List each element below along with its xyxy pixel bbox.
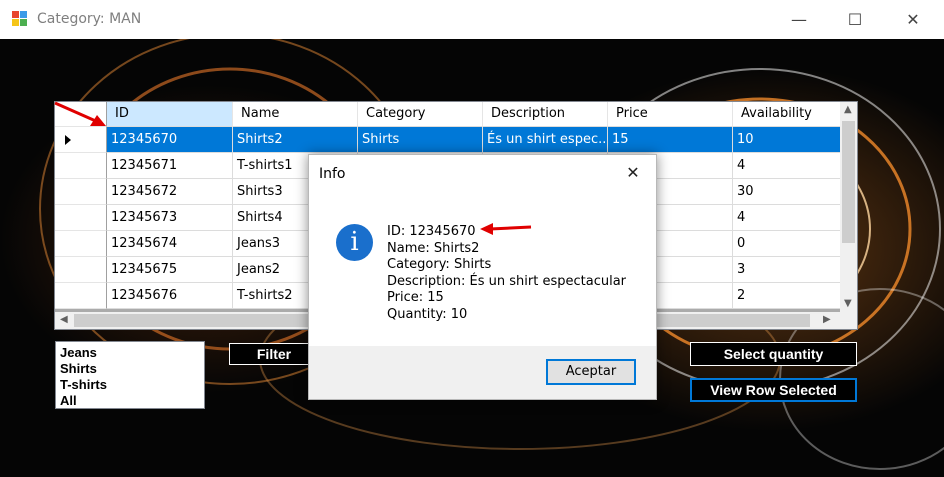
- cell-price[interactable]: 15: [608, 127, 733, 153]
- cell-id[interactable]: 12345674: [107, 231, 233, 257]
- dialog-title: Info: [319, 166, 346, 182]
- close-button[interactable]: ✕: [890, 0, 936, 39]
- row-header[interactable]: [55, 283, 107, 309]
- row-header[interactable]: [55, 127, 107, 153]
- column-header-category[interactable]: Category: [358, 102, 483, 127]
- listbox-item[interactable]: Shirts: [60, 361, 200, 377]
- dialog-message-line: ID: 12345670: [387, 224, 476, 239]
- cell-id[interactable]: 12345671: [107, 153, 233, 179]
- cell-id[interactable]: 12345675: [107, 257, 233, 283]
- scroll-down-icon[interactable]: ▼: [844, 298, 852, 309]
- cell-id[interactable]: 12345673: [107, 205, 233, 231]
- scroll-up-icon[interactable]: ▲: [844, 104, 852, 115]
- title-bar: Category: MAN — ☐ ✕: [0, 0, 944, 39]
- grid-header-row: ID Name Category Description Price Avail…: [55, 102, 841, 128]
- dialog-message-line: Name: Shirts2: [387, 240, 480, 256]
- cell-category[interactable]: Shirts: [358, 127, 483, 153]
- dialog-footer: Aceptar: [309, 346, 656, 399]
- listbox-item[interactable]: T-shirts: [60, 377, 200, 393]
- current-row-indicator-icon: [65, 135, 71, 145]
- grid-corner-header[interactable]: [55, 102, 107, 127]
- cell-description[interactable]: És un shirt espec...: [483, 127, 608, 153]
- dialog-message-line: Quantity: 10: [387, 306, 468, 322]
- column-header-availability[interactable]: Availability: [733, 102, 841, 127]
- column-header-description[interactable]: Description: [483, 102, 608, 127]
- cell-availability[interactable]: 0: [733, 231, 841, 257]
- cell-name[interactable]: Shirts2: [233, 127, 358, 153]
- cell-availability[interactable]: 3: [733, 257, 841, 283]
- scrollbar-corner: [840, 312, 857, 329]
- cell-id[interactable]: 12345670: [107, 127, 233, 153]
- cell-availability[interactable]: 30: [733, 179, 841, 205]
- row-header[interactable]: [55, 179, 107, 205]
- maximize-button[interactable]: ☐: [832, 0, 878, 39]
- cell-id[interactable]: 12345676: [107, 283, 233, 309]
- dialog-message-line: Category: Shirts: [387, 257, 492, 272]
- row-header[interactable]: [55, 205, 107, 231]
- dialog-message-line: Price: 15: [387, 290, 444, 305]
- category-listbox[interactable]: Jeans Shirts T-shirts All: [55, 341, 205, 409]
- minimize-button[interactable]: —: [776, 0, 822, 39]
- row-header[interactable]: [55, 231, 107, 257]
- select-quantity-button[interactable]: Select quantity: [690, 342, 857, 366]
- column-header-price[interactable]: Price: [608, 102, 733, 127]
- dialog-message-line: Description: És un shirt espectacular: [387, 273, 627, 289]
- grid-vertical-scrollbar[interactable]: ▲ ▼: [840, 102, 857, 313]
- accept-button[interactable]: Aceptar: [546, 359, 636, 385]
- column-header-id[interactable]: ID: [107, 102, 233, 127]
- info-icon: i: [336, 224, 373, 261]
- cell-availability[interactable]: 10: [733, 127, 841, 153]
- window-title: Category: MAN: [37, 11, 142, 27]
- cell-availability[interactable]: 2: [733, 283, 841, 309]
- row-header[interactable]: [55, 257, 107, 283]
- cell-availability[interactable]: 4: [733, 205, 841, 231]
- column-header-name[interactable]: Name: [233, 102, 358, 127]
- row-header[interactable]: [55, 153, 107, 179]
- scroll-left-icon[interactable]: ◀: [60, 314, 68, 325]
- listbox-item[interactable]: Jeans: [60, 345, 200, 361]
- table-row[interactable]: 12345670 Shirts2 Shirts És un shirt espec..…: [55, 127, 841, 153]
- dialog-close-button[interactable]: ✕: [618, 161, 648, 185]
- cell-id[interactable]: 12345672: [107, 179, 233, 205]
- app-icon: [12, 11, 29, 27]
- scroll-right-icon[interactable]: ▶: [823, 314, 831, 325]
- view-row-selected-button[interactable]: View Row Selected: [690, 378, 857, 402]
- vertical-scroll-thumb[interactable]: [842, 121, 855, 243]
- info-dialog: Info ✕ i ID: 12345670 Name: Shirts2 Catego…: [308, 154, 657, 400]
- cell-availability[interactable]: 4: [733, 153, 841, 179]
- dialog-message: ID: 12345670 Name: Shirts2 Category: Shirt…: [387, 224, 626, 323]
- listbox-item[interactable]: All: [60, 393, 200, 409]
- filter-button[interactable]: Filter: [229, 343, 319, 365]
